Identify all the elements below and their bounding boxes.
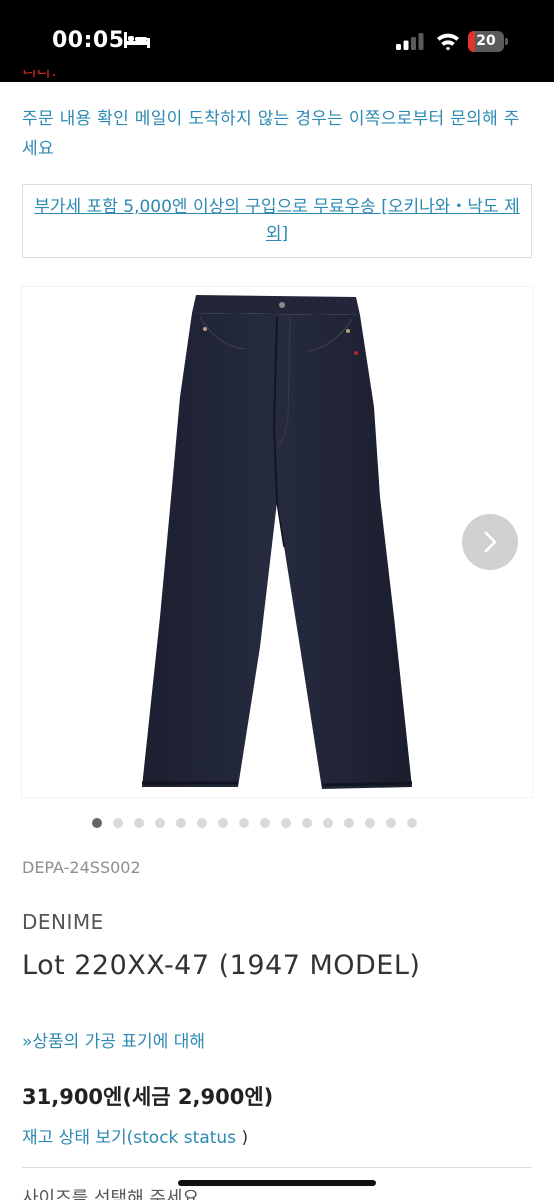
pagination-dot[interactable] [218, 818, 228, 828]
pagination-dot[interactable] [260, 818, 270, 828]
product-price: 31,900엔(세금 2,900엔) [22, 1085, 274, 1109]
pagination-dot[interactable] [113, 818, 123, 828]
order-email-notice-link[interactable]: 주문 내용 확인 메일이 도착하지 않는 경우는 이쪽으로부터 문의해 주세요 [22, 104, 534, 164]
pagination-dot[interactable] [134, 818, 144, 828]
free-shipping-banner[interactable]: 부가세 포함 5,000엔 이상의 구입으로 무료우송 [오키나와・낙도 제외] [22, 184, 532, 258]
processing-notation-link[interactable]: »상품의 가공 표기에 대해 [22, 1027, 205, 1052]
bed-icon [124, 32, 150, 48]
pagination-dot[interactable] [323, 818, 333, 828]
product-sku: DEPA-24SS002 [22, 858, 141, 877]
pagination-dot[interactable] [344, 818, 354, 828]
stock-status-paren: ) [236, 1128, 249, 1148]
pagination-dot[interactable] [302, 818, 312, 828]
pagination-dot[interactable] [92, 818, 102, 828]
product-image-gallery[interactable] [22, 287, 532, 797]
pagination-dot[interactable] [197, 818, 207, 828]
wifi-icon [437, 33, 459, 51]
pagination-dot[interactable] [281, 818, 291, 828]
free-shipping-link[interactable]: 부가세 포함 5,000엔 이상의 구입으로 무료우송 [오키나와・낙도 제외] [32, 194, 522, 248]
product-brand[interactable]: DENIME [22, 910, 104, 934]
divider [22, 1167, 532, 1168]
home-indicator[interactable] [178, 1180, 376, 1186]
status-bar: 00:05 20 [0, 0, 554, 82]
pagination-dot[interactable] [365, 818, 375, 828]
warning-text-cutoff: 니다. [22, 70, 57, 80]
gallery-next-button[interactable] [462, 514, 518, 570]
pagination-dot[interactable] [386, 818, 396, 828]
chevron-right-icon [484, 531, 497, 553]
gallery-pagination[interactable] [92, 818, 417, 830]
battery-level-text: 20 [476, 33, 496, 49]
battery-icon: 20 [468, 31, 508, 52]
stock-status-link[interactable]: 재고 상태 보기(stock status ) [22, 1123, 248, 1148]
size-select-prompt[interactable]: 사이즈를 선택해 주세요 [22, 1184, 199, 1200]
pagination-dot[interactable] [407, 818, 417, 828]
product-image-jeans [142, 295, 413, 789]
product-title: Lot 220XX-47 (1947 MODEL) [22, 950, 421, 981]
pagination-dot[interactable] [155, 818, 165, 828]
pagination-dot[interactable] [176, 818, 186, 828]
stock-status-link-label[interactable]: 재고 상태 보기(stock status [22, 1128, 236, 1148]
signal-icon [396, 33, 424, 50]
pagination-dot[interactable] [239, 818, 249, 828]
status-time: 00:05 [52, 28, 125, 53]
